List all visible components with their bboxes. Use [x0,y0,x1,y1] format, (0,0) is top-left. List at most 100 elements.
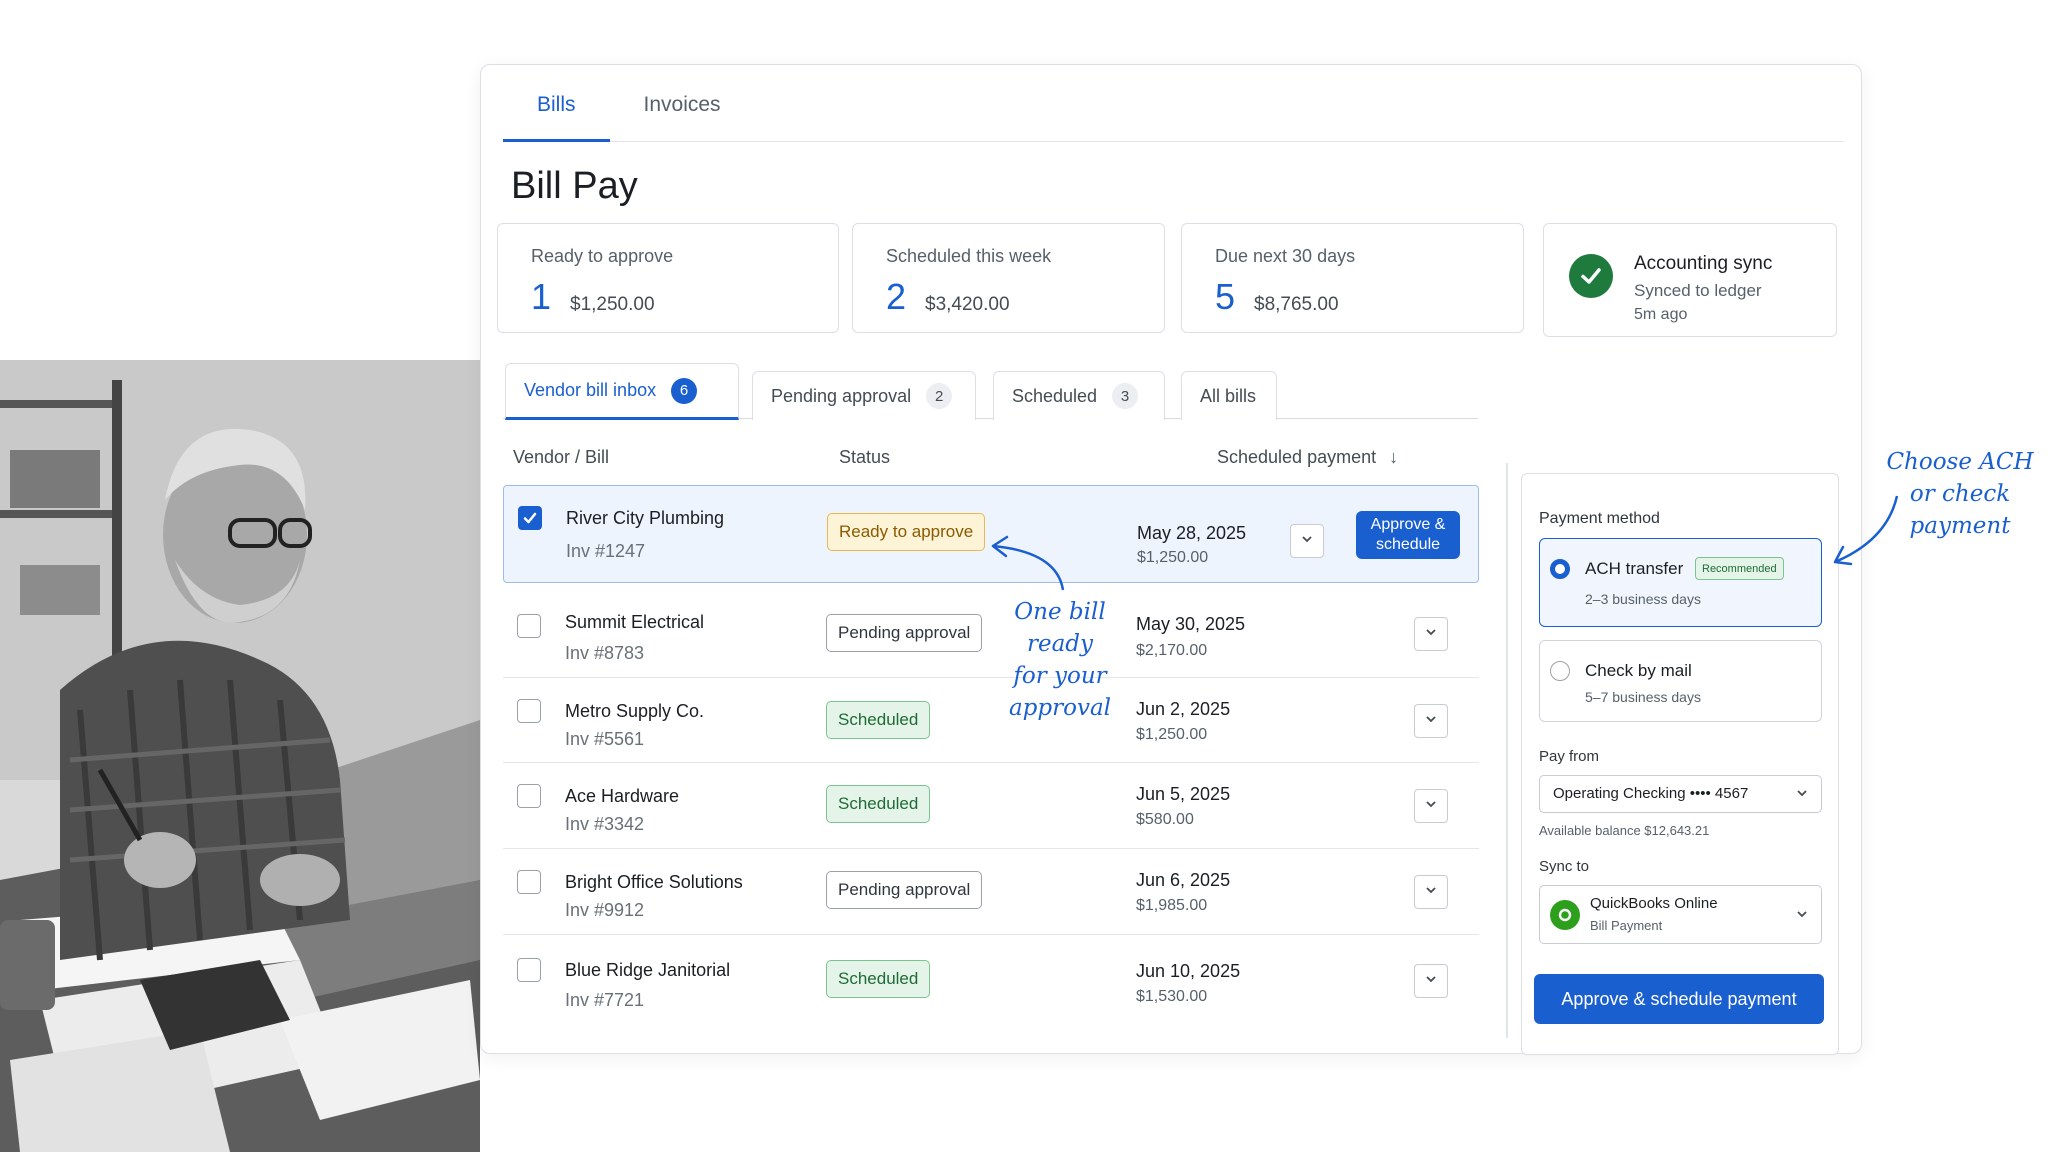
stat-amount: $8,765.00 [1254,294,1339,315]
option-subtitle: 5–7 business days [1585,689,1701,705]
chevron-down-icon [1424,883,1438,902]
annotation-line: for your [1013,663,1107,689]
recommended-badge: Recommended [1695,557,1784,580]
row-checkbox[interactable] [517,699,541,723]
row-expand-button[interactable] [1414,617,1448,651]
table-row[interactable]: Blue Ridge Janitorial Inv #7721 Schedule… [503,936,1479,1026]
column-header-label: Scheduled payment [1217,447,1377,467]
person-at-desk-photo [0,360,480,1152]
count-badge: 2 [926,383,953,409]
stat-count: 1 [531,276,552,317]
row-checkbox[interactable] [517,958,541,982]
chevron-down-icon [1424,972,1438,991]
check-by-mail-option[interactable]: Check by mail 5–7 business days [1539,640,1822,722]
pay-from-select[interactable]: Operating Checking •••• 4567 [1539,775,1822,813]
tab-label: All bills [1200,385,1257,406]
bill-filter-tabs: Vendor bill inbox 6 Pending approval 2 S… [503,363,1478,420]
table-row[interactable]: Metro Supply Co. Inv #5561 Scheduled Jun… [503,679,1479,763]
panel-divider [1506,463,1508,1038]
check-circle-icon [1569,254,1613,298]
status-badge: Scheduled [826,785,931,823]
sync-subtitle: Synced to ledger [1634,281,1762,300]
table-row[interactable]: Ace Hardware Inv #3342 Scheduled Jun 5, … [503,764,1479,849]
chevron-down-icon [1300,532,1314,551]
annotation-arrow-icon [1833,495,1899,566]
row-expand-button[interactable] [1414,704,1448,738]
row-checkbox[interactable] [517,614,541,638]
payment-amount: $1,985.00 [1136,897,1208,914]
stat-scheduled-this-week[interactable]: Scheduled this week 2 $3,420.00 [852,223,1165,333]
sync-to-subtitle: Bill Payment [1590,918,1663,933]
status-badge: Ready to approve [827,513,986,551]
status-badge: Pending approval [826,871,983,909]
status-badge: Pending approval [826,614,983,652]
status-badge: Scheduled [826,701,931,739]
radio-selected-icon [1550,559,1570,579]
payment-amount: $580.00 [1136,811,1194,828]
column-header-vendor[interactable]: Vendor / Bill [513,447,609,468]
bill-pay-card: Bills Invoices Bill Pay Ready to approve… [480,64,1862,1055]
row-expand-button[interactable] [1414,789,1448,823]
chevron-down-icon [1424,797,1438,816]
column-header-status[interactable]: Status [839,447,890,468]
invoice-number: Inv #9912 [565,900,645,920]
approve-schedule-payment-button[interactable]: Approve & schedule payment [1534,974,1824,1024]
stat-label: Due next 30 days [1215,246,1356,266]
status-badge: Scheduled [826,960,931,998]
chevron-down-icon [1424,625,1438,644]
chevron-down-icon [1795,786,1809,805]
stat-count: 5 [1215,276,1236,317]
payment-date: Jun 2, 2025 [1136,699,1231,719]
row-expand-button[interactable] [1414,964,1448,998]
stat-amount: $3,420.00 [925,294,1010,315]
stat-due-next-30-days[interactable]: Due next 30 days 5 $8,765.00 [1181,223,1524,333]
payment-date: Jun 6, 2025 [1136,870,1231,890]
payment-date: Jun 10, 2025 [1136,961,1241,981]
sync-to-title: QuickBooks Online [1590,895,1718,912]
accounting-sync-status: Accounting sync Synced to ledger 5m ago [1543,223,1837,337]
ach-transfer-option[interactable]: ACH transfer Recommended 2–3 business da… [1539,538,1822,627]
vendor-name: Summit Electrical [565,612,705,632]
table-row[interactable]: Summit Electrical Inv #8783 Pending appr… [503,584,1479,678]
tab-bills[interactable]: Bills [503,65,610,142]
column-header-scheduled-payment[interactable]: Scheduled payment ↓ [1217,447,1398,468]
payment-amount: $1,530.00 [1136,988,1208,1005]
payment-method-label: Payment method [1539,510,1660,527]
annotation-line: Choose ACH [1886,449,2034,475]
option-title: ACH transfer [1585,559,1684,578]
invoice-number: Inv #7721 [565,990,645,1010]
row-expand-button[interactable] [1414,875,1448,909]
vendor-name: Bright Office Solutions [565,872,743,892]
top-tab-bar: Bills Invoices [503,65,1843,142]
stat-ready-to-approve[interactable]: Ready to approve 1 $1,250.00 [497,223,839,333]
row-checkbox[interactable] [517,784,541,808]
payment-date: May 28, 2025 [1137,523,1247,543]
page-title: Bill Pay [511,165,638,207]
tab-vendor-bill-inbox[interactable]: Vendor bill inbox 6 [505,363,739,420]
count-badge: 3 [1112,383,1139,409]
row-checkbox[interactable] [518,506,542,530]
annotation-one-bill: One bill ready for your approval [1000,596,1120,724]
vendor-name: Ace Hardware [565,786,680,806]
row-expand-button[interactable] [1290,524,1324,558]
vendor-name: River City Plumbing [566,508,725,528]
row-checkbox[interactable] [517,870,541,894]
annotation-line: approval [1008,695,1112,721]
invoice-number: Inv #8783 [565,643,645,663]
sync-to-select[interactable]: QuickBooks Online Bill Payment [1539,885,1822,944]
vendor-name: Metro Supply Co. [565,701,705,721]
tab-all-bills[interactable]: All bills [1181,371,1277,420]
tab-invoices[interactable]: Invoices [610,65,755,142]
tab-pending-approval[interactable]: Pending approval 2 [752,371,976,420]
invoice-number: Inv #3342 [565,814,645,834]
tab-label: Vendor bill inbox [524,380,657,400]
tab-label: Scheduled [1012,385,1098,406]
approve-schedule-button[interactable]: Approve & schedule [1356,511,1460,559]
quickbooks-icon [1550,900,1580,930]
tab-scheduled[interactable]: Scheduled 3 [993,371,1165,420]
table-row[interactable]: Bright Office Solutions Inv #9912 Pendin… [503,850,1479,935]
invoice-number: Inv #1247 [566,541,646,561]
stat-label: Ready to approve [531,246,674,266]
option-title: Check by mail [1585,661,1692,680]
stat-amount: $1,250.00 [570,294,655,315]
